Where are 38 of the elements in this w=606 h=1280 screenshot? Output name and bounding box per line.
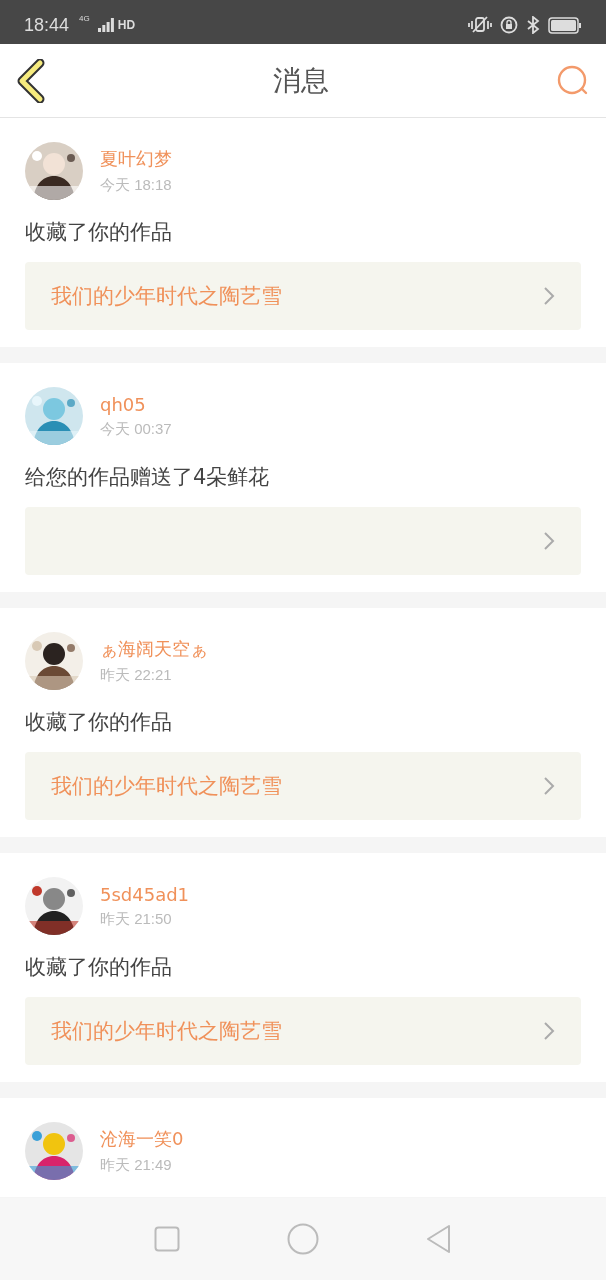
message-text: 收藏了你的作品	[25, 954, 173, 981]
user-name[interactable]: 沧海一笑0	[100, 1127, 184, 1151]
message-time: 昨天 21:50	[100, 909, 173, 929]
signal-icon	[97, 18, 114, 32]
hd-label: HD	[117, 18, 136, 32]
back-icon[interactable]	[16, 58, 46, 103]
work-title: 我们的少年时代之陶艺雪	[51, 1018, 283, 1045]
message-text: 收藏了你的作品	[25, 709, 173, 736]
work-link-card[interactable]: 我们的少年时代之陶艺雪	[25, 997, 581, 1065]
work-link-card[interactable]: 我们的少年时代之陶艺雪	[25, 262, 581, 330]
message-text: 收藏了你的作品	[25, 219, 173, 246]
message-text: 给您的作品赠送了4朵鲜花	[25, 464, 271, 491]
back-nav-icon[interactable]	[426, 1224, 453, 1254]
user-name[interactable]: 夏叶幻梦	[100, 147, 172, 171]
recent-apps-icon[interactable]	[153, 1226, 180, 1252]
chevron-right-icon	[543, 1021, 555, 1041]
vibrate-icon	[468, 16, 492, 34]
chevron-right-icon	[543, 531, 555, 551]
work-link-card[interactable]	[25, 507, 581, 575]
home-icon[interactable]	[287, 1223, 319, 1255]
rotation-lock-icon	[500, 16, 518, 34]
chevron-right-icon	[543, 776, 555, 796]
work-title: 我们的少年时代之陶艺雪	[51, 773, 283, 800]
work-title: 我们的少年时代之陶艺雪	[51, 283, 283, 310]
message-time: 昨天 21:49	[100, 1156, 173, 1175]
battery-icon	[548, 16, 582, 34]
chevron-right-icon	[543, 286, 555, 306]
user-name[interactable]: 5sd45ad1	[100, 883, 190, 905]
user-name[interactable]: ぁ海阔天空ぁ	[100, 637, 208, 661]
network-type: 4G	[79, 14, 90, 23]
work-link-card[interactable]: 我们的少年时代之陶艺雪	[25, 752, 581, 820]
message-time: 今天 00:37	[100, 419, 172, 439]
user-name[interactable]: qh05	[100, 393, 172, 415]
clock-time: 18:44	[24, 14, 70, 36]
page-title: 消息	[273, 62, 329, 99]
bluetooth-icon	[526, 16, 540, 34]
message-time: 昨天 22:21	[100, 666, 173, 685]
message-time: 今天 18:18	[100, 176, 172, 195]
